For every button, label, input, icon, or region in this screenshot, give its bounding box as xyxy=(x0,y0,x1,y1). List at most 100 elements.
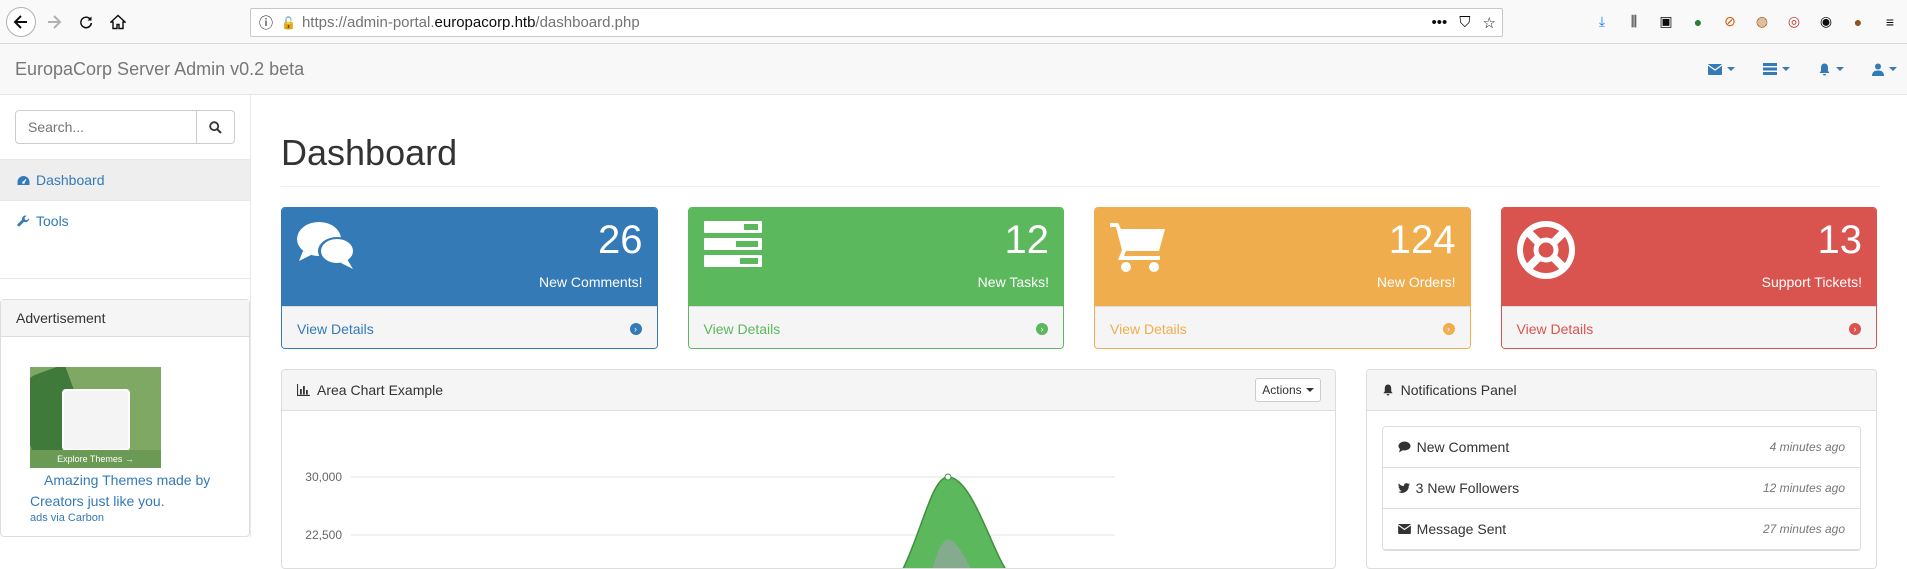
bar-chart-icon xyxy=(297,384,310,396)
sidebar: Dashboard Tools Advertisement Explore Th… xyxy=(0,95,251,537)
comment-icon xyxy=(1398,441,1411,453)
arrow-circle-right-icon: › xyxy=(1442,322,1455,335)
notification-label: New Comment xyxy=(1416,439,1510,455)
view-details-label: View Details xyxy=(703,320,781,337)
notification-label: Message Sent xyxy=(1416,521,1507,537)
actions-dropdown-button[interactable]: Actions xyxy=(1255,378,1321,402)
brand-title[interactable]: EuropaCorp Server Admin v0.2 beta xyxy=(15,59,304,80)
home-button[interactable] xyxy=(104,8,132,36)
tickets-card: 13 Support Tickets! View Details › xyxy=(1500,207,1877,349)
notifications-panel-title: Notifications Panel xyxy=(1400,382,1517,398)
notification-time: 27 minutes ago xyxy=(1762,522,1845,536)
sidebar-item-label: Dashboard xyxy=(36,172,105,188)
back-button[interactable] xyxy=(6,6,36,37)
url-bar[interactable]: ⓘ 🔓 https://admin-portal. europacorp.htb /… xyxy=(250,8,1503,37)
url-path: /dashboard.php xyxy=(535,14,640,31)
search-icon xyxy=(209,120,222,134)
top-navbar: EuropaCorp Server Admin v0.2 beta xyxy=(0,44,1907,95)
view-details-link[interactable]: View Details › xyxy=(1095,306,1470,348)
arrow-right-icon xyxy=(48,14,62,29)
advertisement-heading: Advertisement xyxy=(1,300,249,337)
pocket-icon[interactable]: ⛉ xyxy=(1459,14,1470,31)
search-button[interactable] xyxy=(197,110,235,144)
account-icon[interactable]: ◉ xyxy=(1817,13,1835,31)
sidebar-item-label: Tools xyxy=(36,213,69,229)
main-content: Dashboard 26 New Comments! View Details … xyxy=(251,95,1907,569)
messages-dropdown[interactable] xyxy=(1708,63,1735,75)
extension-target-icon[interactable]: ◎ xyxy=(1785,13,1803,31)
caret-down-icon xyxy=(1727,67,1735,71)
notification-item[interactable]: 3 New Followers 12 minutes ago xyxy=(1382,468,1860,509)
notifications-panel-heading: Notifications Panel xyxy=(1366,370,1876,411)
view-details-link[interactable]: View Details › xyxy=(688,306,1063,348)
sidebar-icon[interactable]: ▣ xyxy=(1657,13,1675,31)
tasks-dropdown[interactable] xyxy=(1763,63,1790,75)
bell-icon xyxy=(1819,63,1830,75)
extension-block-icon[interactable]: ⊘ xyxy=(1721,13,1739,31)
ad-image[interactable]: Explore Themes → xyxy=(30,367,161,468)
notification-time: 4 minutes ago xyxy=(1769,440,1845,454)
card-count: 12 xyxy=(1004,218,1050,262)
notification-item[interactable]: Message Sent 27 minutes ago xyxy=(1382,509,1860,550)
cart-icon xyxy=(1110,223,1165,272)
forward-button[interactable] xyxy=(40,8,68,36)
notification-label: 3 New Followers xyxy=(1415,480,1520,496)
sidebar-item-dashboard[interactable]: Dashboard xyxy=(0,159,250,200)
page-title: Dashboard xyxy=(281,132,458,173)
user-icon xyxy=(1872,63,1884,76)
chart-data-point[interactable] xyxy=(944,473,952,481)
ad-image-caption: Explore Themes → xyxy=(30,450,161,468)
envelope-icon xyxy=(1708,63,1722,75)
envelope-icon xyxy=(1397,524,1411,534)
tasks-icon xyxy=(1763,63,1777,75)
alerts-dropdown[interactable] xyxy=(1818,63,1844,76)
caret-down-icon xyxy=(1836,67,1844,71)
advertisement-panel: Advertisement Explore Themes → Amazing T… xyxy=(0,299,250,537)
page-actions-icon[interactable]: ••• xyxy=(1432,14,1448,31)
chart-panel-title: Area Chart Example xyxy=(317,382,444,398)
life-ring-icon xyxy=(1516,221,1575,279)
tasks-icon xyxy=(703,221,762,267)
card-count: 26 xyxy=(598,218,643,262)
download-icon[interactable]: ⤓ xyxy=(1593,13,1611,31)
caret-down-icon xyxy=(1305,388,1314,392)
area-chart-panel: Area Chart Example Actions 30,000 22,500 xyxy=(281,369,1336,569)
bookmark-star-icon[interactable]: ☆ xyxy=(1483,14,1496,32)
caret-down-icon xyxy=(1782,67,1790,71)
dashboard-icon xyxy=(17,175,30,185)
menu-icon[interactable]: ≡ xyxy=(1881,13,1899,31)
extension-cookie-icon[interactable]: ◍ xyxy=(1753,13,1771,31)
wrench-icon xyxy=(17,215,30,226)
sidebar-search xyxy=(15,110,235,144)
chart-y-tick-label: 30,000 xyxy=(305,470,342,484)
orders-card: 124 New Orders! View Details › xyxy=(1094,207,1471,349)
notifications-list: New Comment 4 minutes ago 3 New Follower… xyxy=(1381,426,1861,551)
view-details-label: View Details xyxy=(1516,320,1594,337)
library-icon[interactable]: ⫼ xyxy=(1625,13,1643,31)
search-input[interactable] xyxy=(15,110,197,144)
insecure-lock-icon[interactable]: 🔓 xyxy=(281,16,296,30)
card-label: Support Tickets! xyxy=(1761,274,1862,290)
ad-link[interactable]: Amazing Themes made by Creators just lik… xyxy=(30,470,234,512)
arrow-circle-right-icon: › xyxy=(629,322,642,335)
cookie-icon[interactable]: ● xyxy=(1849,13,1867,31)
notification-time: 12 minutes ago xyxy=(1762,481,1845,495)
sidebar-divider xyxy=(0,241,250,279)
user-dropdown[interactable] xyxy=(1872,63,1897,76)
card-label: New Tasks! xyxy=(977,274,1049,290)
view-details-link[interactable]: View Details › xyxy=(1501,306,1876,348)
notification-item[interactable]: New Comment 4 minutes ago xyxy=(1382,427,1860,468)
extension-green-icon[interactable]: ● xyxy=(1689,13,1707,31)
twitter-icon xyxy=(1397,482,1410,493)
ad-via-link[interactable]: ads via Carbon xyxy=(30,512,234,524)
tasks-card: 12 New Tasks! View Details › xyxy=(687,207,1064,349)
info-icon[interactable]: ⓘ xyxy=(259,13,273,33)
stat-cards: 26 New Comments! View Details › 12 New T… xyxy=(281,207,1877,349)
view-details-label: View Details xyxy=(1110,320,1187,337)
view-details-label: View Details xyxy=(297,320,374,337)
sidebar-item-tools[interactable]: Tools xyxy=(0,200,250,241)
url-host: europacorp.htb xyxy=(434,14,536,31)
view-details-link[interactable]: View Details › xyxy=(282,306,657,348)
reload-button[interactable] xyxy=(72,8,100,36)
card-count: 124 xyxy=(1388,218,1456,262)
